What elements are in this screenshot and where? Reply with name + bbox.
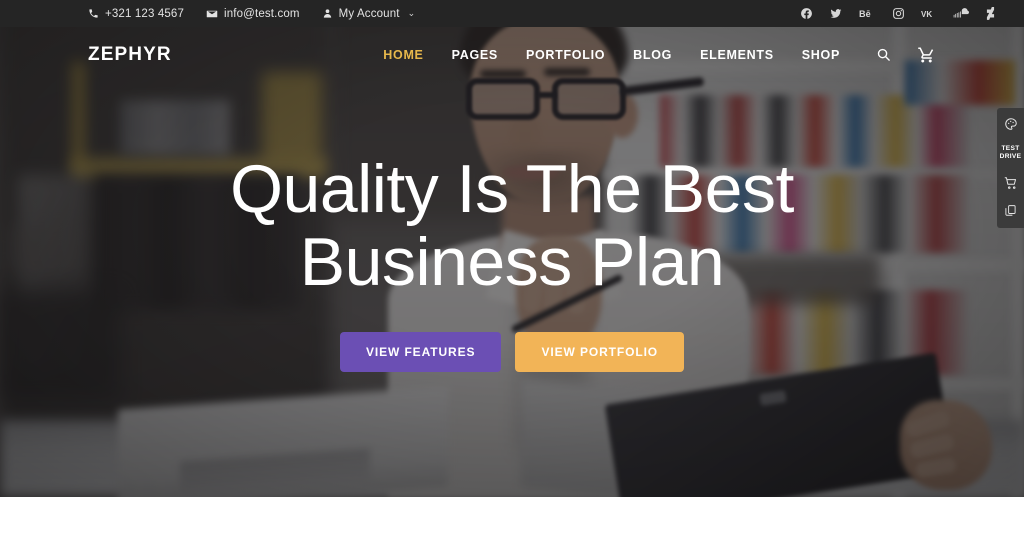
nav-item-elements[interactable]: ELEMENTS <box>700 48 774 62</box>
deviantart-icon[interactable] <box>985 7 996 20</box>
instagram-icon[interactable] <box>892 7 905 20</box>
test-drive-line-2: DRIVE <box>999 153 1022 161</box>
behance-icon[interactable]: Bē <box>859 8 876 20</box>
search-icon[interactable] <box>876 47 891 62</box>
header-icons <box>876 46 936 64</box>
copy-icon[interactable] <box>1004 204 1017 217</box>
nav-item-home[interactable]: HOME <box>383 48 423 62</box>
hero-buttons: VIEW FEATURES VIEW PORTFOLIO <box>339 331 685 372</box>
top-bar: +321 123 4567 info@test.com My Account ⌄… <box>0 0 1024 27</box>
envelope-icon <box>206 8 218 20</box>
logo[interactable]: ZEPHYR <box>88 44 172 66</box>
nav-item-pages[interactable]: PAGES <box>452 48 498 62</box>
svg-text:VK: VK <box>921 9 932 18</box>
phone-number: +321 123 4567 <box>105 7 185 20</box>
view-portfolio-button[interactable]: VIEW PORTFOLIO <box>515 331 685 372</box>
my-account-item[interactable]: My Account ⌄ <box>322 8 416 20</box>
phone-item[interactable]: +321 123 4567 <box>88 8 184 20</box>
site-header: ZEPHYR HOME PAGES PORTFOLIO BLOG ELEMENT… <box>0 27 1024 82</box>
main-navigation: HOME PAGES PORTFOLIO BLOG ELEMENTS SHOP <box>383 48 840 62</box>
svg-text:Bē: Bē <box>859 9 871 19</box>
hero-title: Quality Is The Best Business Plan <box>230 153 794 297</box>
email-address: info@test.com <box>224 7 300 20</box>
rail-cart-icon[interactable] <box>1004 176 1018 190</box>
social-links: Bē VK <box>800 7 996 20</box>
my-account-label: My Account <box>338 7 400 20</box>
side-rail-panel: TEST DRIVE <box>997 108 1024 228</box>
hero-title-line-1: Quality Is The Best <box>230 151 794 228</box>
top-bar-contact-group: +321 123 4567 info@test.com My Account ⌄ <box>88 8 415 20</box>
test-drive-line-1: TEST <box>1001 145 1020 153</box>
email-item[interactable]: info@test.com <box>206 8 300 20</box>
phone-icon <box>88 8 99 19</box>
facebook-icon[interactable] <box>800 7 813 20</box>
user-icon <box>322 8 333 19</box>
cart-icon[interactable] <box>917 46 936 64</box>
twitter-icon[interactable] <box>829 7 843 20</box>
hero-title-line-2: Business Plan <box>299 223 725 300</box>
view-features-button[interactable]: VIEW FEATURES <box>339 331 502 372</box>
soundcloud-icon[interactable] <box>953 8 969 19</box>
test-drive-label[interactable]: TEST DRIVE <box>1000 145 1022 161</box>
nav-item-shop[interactable]: SHOP <box>802 48 840 62</box>
nav-item-blog[interactable]: BLOG <box>633 48 672 62</box>
nav-item-portfolio[interactable]: PORTFOLIO <box>526 48 605 62</box>
page-root: +321 123 4567 info@test.com My Account ⌄… <box>0 0 1024 552</box>
chevron-down-icon: ⌄ <box>407 8 416 18</box>
vk-icon[interactable]: VK <box>921 8 937 20</box>
palette-icon[interactable] <box>1004 117 1018 131</box>
